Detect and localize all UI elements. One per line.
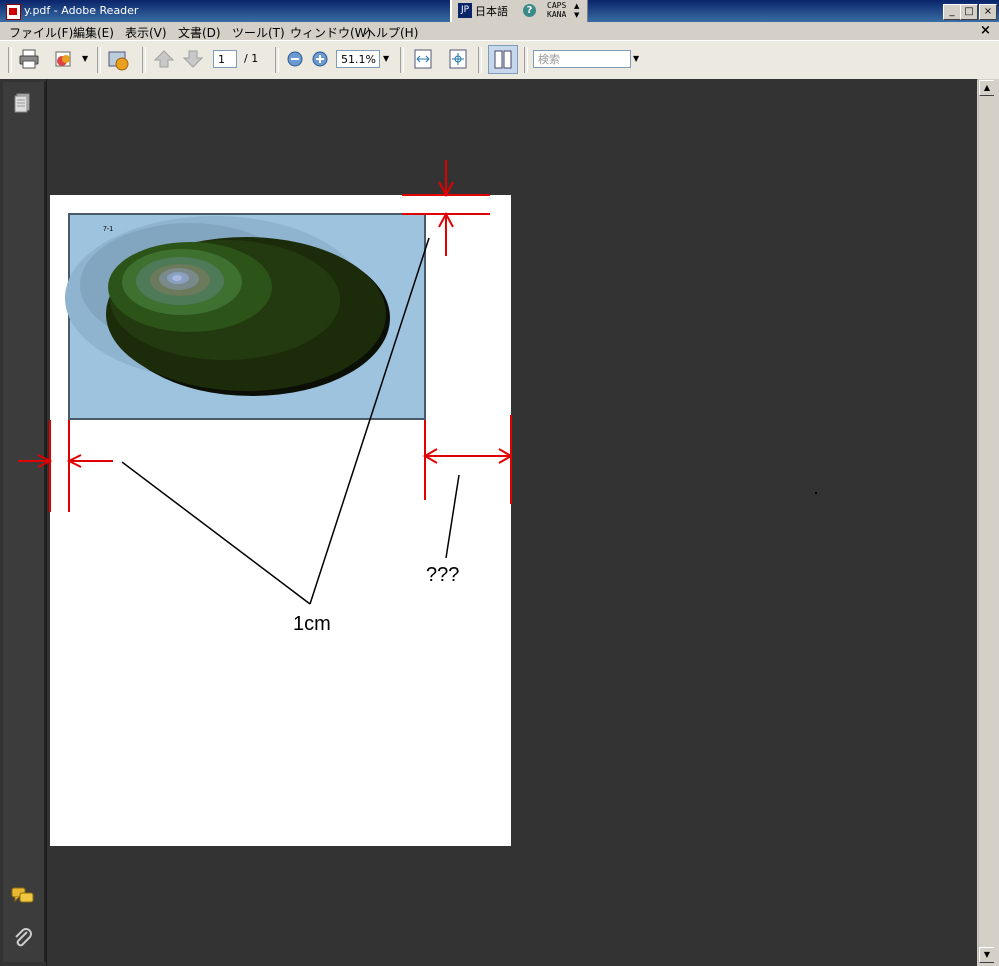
ime-up-arrow-icon[interactable]: ▲: [574, 2, 579, 10]
menu-tools[interactable]: ツール(T): [232, 24, 285, 41]
page-number-input[interactable]: 1: [213, 50, 237, 68]
fit-page-icon[interactable]: [447, 49, 469, 69]
pages-panel-icon[interactable]: [12, 92, 34, 118]
figure-tag-label: 7-1: [103, 226, 114, 233]
toolbar-separator: [275, 47, 279, 73]
search-dropdown-arrow-icon[interactable]: ▼: [633, 54, 639, 63]
window-title: y.pdf - Adobe Reader: [24, 4, 139, 17]
kana-label: KANA: [547, 10, 567, 19]
help-icon[interactable]: ?: [523, 4, 536, 17]
ime-language[interactable]: 日本語: [475, 3, 508, 19]
toolbar-grip[interactable]: [8, 47, 12, 73]
comments-icon[interactable]: [11, 885, 35, 911]
menu-document[interactable]: 文書(D): [178, 24, 221, 41]
window-frame: [994, 79, 999, 966]
zoom-dropdown-arrow-icon[interactable]: ▼: [383, 54, 389, 63]
print-icon[interactable]: [18, 49, 40, 69]
toolbar-separator: [142, 47, 146, 73]
fit-width-icon[interactable]: [412, 49, 434, 69]
search-input[interactable]: 検索: [533, 50, 631, 68]
toolbar-separator: [478, 47, 482, 73]
vertical-scrollbar[interactable]: [978, 79, 995, 963]
close-button[interactable]: ×: [979, 4, 997, 20]
toolbar-separator: [97, 47, 101, 73]
menu-window[interactable]: ウィンドウ(W): [290, 24, 371, 41]
scroll-down-arrow-icon[interactable]: ▼: [979, 947, 995, 963]
reading-mode-icon[interactable]: [488, 45, 518, 74]
zoom-level-input[interactable]: 51.1%: [336, 50, 380, 68]
ime-down-arrow-icon[interactable]: ▼: [574, 11, 579, 19]
toolbar-separator: [524, 47, 528, 73]
navigation-pane-inner: [3, 82, 46, 962]
annotation-1cm: 1cm: [293, 613, 331, 635]
restore-button[interactable]: □: [960, 4, 978, 20]
menu-help[interactable]: ヘルプ(H): [364, 24, 418, 41]
prev-page-icon[interactable]: [153, 49, 175, 69]
scroll-up-arrow-icon[interactable]: ▲: [979, 80, 995, 96]
toolbar-separator: [400, 47, 404, 73]
zoom-out-icon[interactable]: [285, 49, 307, 69]
next-page-icon[interactable]: [182, 49, 204, 69]
email-dropdown-arrow-icon[interactable]: ▼: [82, 54, 88, 63]
caps-label: CAPS: [547, 1, 567, 10]
ime-caps-kana[interactable]: CAPS KANA: [547, 1, 566, 19]
stray-dot: [815, 492, 817, 494]
adobe-reader-icon: [6, 4, 21, 20]
pdf-page: [50, 195, 511, 846]
menu-file[interactable]: ファイル(F): [9, 24, 73, 41]
annotation-question: ???: [426, 564, 460, 586]
organizer-icon[interactable]: [107, 49, 129, 71]
document-close-button[interactable]: ×: [980, 23, 991, 38]
menu-view[interactable]: 表示(V): [125, 24, 167, 41]
zoom-in-icon[interactable]: [310, 49, 332, 69]
attachments-icon[interactable]: [12, 927, 34, 953]
ime-mode-button[interactable]: JP: [458, 3, 472, 18]
email-icon[interactable]: [53, 49, 75, 69]
minimize-button[interactable]: _: [943, 4, 961, 20]
menu-edit[interactable]: 編集(E): [73, 24, 114, 41]
page-total: / 1: [244, 52, 259, 65]
